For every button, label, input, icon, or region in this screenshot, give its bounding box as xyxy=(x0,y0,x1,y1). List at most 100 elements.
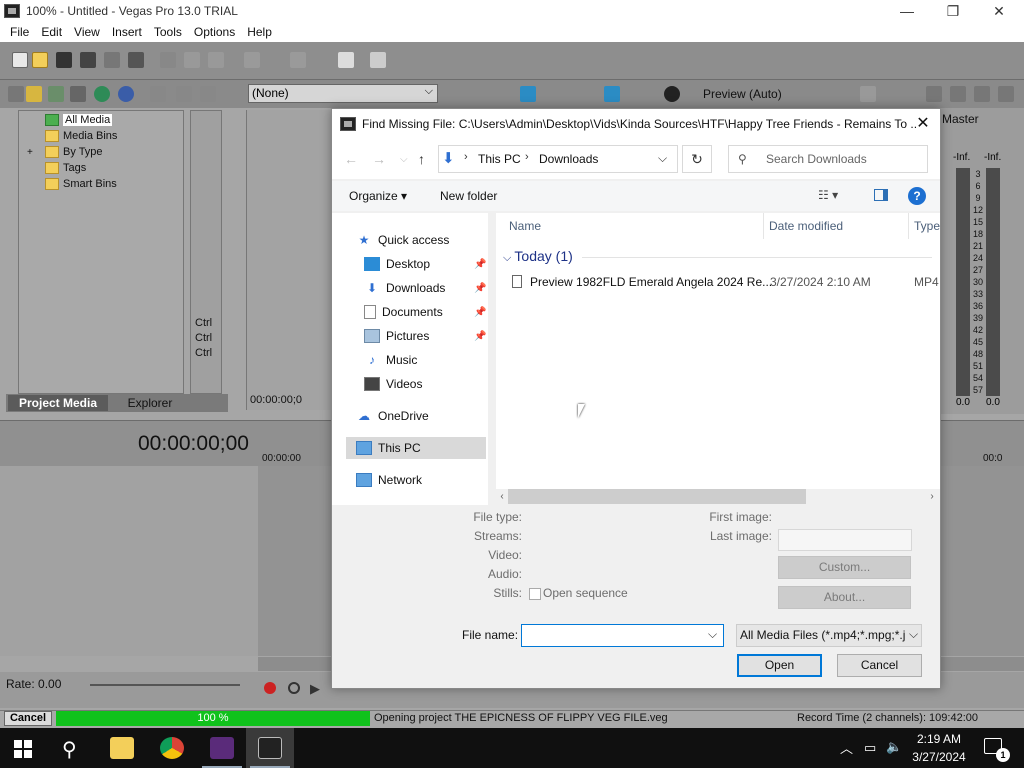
column-divider[interactable] xyxy=(908,213,909,239)
open-button[interactable]: Open xyxy=(737,654,822,677)
expand-icon[interactable]: + xyxy=(27,147,41,158)
new-folder-button[interactable]: New folder xyxy=(440,189,497,203)
loop-icon[interactable] xyxy=(288,682,300,694)
tree-item-smart-bins[interactable]: Smart Bins xyxy=(45,177,117,191)
import-media-icon[interactable] xyxy=(26,86,42,102)
clock-time[interactable]: 2:19 AM xyxy=(914,732,964,746)
breadcrumb-separator[interactable]: › xyxy=(525,151,529,163)
scrollbar-thumb[interactable] xyxy=(508,489,806,504)
menu-edit[interactable]: Edit xyxy=(35,25,68,39)
back-arrow-icon[interactable]: ← xyxy=(344,151,358,167)
preview-quality-select[interactable]: Preview (Auto) xyxy=(703,87,782,101)
capture-icon[interactable] xyxy=(48,86,64,102)
rate-slider[interactable] xyxy=(90,684,240,686)
cut-icon[interactable] xyxy=(160,52,176,68)
breadcrumb-separator[interactable]: › xyxy=(464,151,468,163)
video-output-icon[interactable] xyxy=(604,86,620,102)
forward-arrow-icon[interactable]: → xyxy=(372,151,386,167)
filter-dropdown-icon[interactable]: ⌵ xyxy=(909,627,918,642)
taskbar-vegas-2[interactable] xyxy=(246,728,294,768)
envelope-tool-icon[interactable] xyxy=(370,52,386,68)
breadcrumb-this-pc[interactable]: This PC xyxy=(478,152,521,166)
open-folder-icon[interactable] xyxy=(32,52,48,68)
maximize-button[interactable]: ❐ xyxy=(930,0,976,22)
organize-button[interactable]: Organize ▾ xyxy=(349,189,407,203)
file-name-dropdown-icon[interactable]: ⌵ xyxy=(708,627,717,642)
column-divider[interactable] xyxy=(763,213,764,239)
nav-network[interactable]: Network xyxy=(356,469,422,491)
search-media-icon[interactable] xyxy=(118,86,134,102)
save-icon[interactable] xyxy=(56,52,72,68)
recent-chevron-icon[interactable]: ⌵ xyxy=(400,154,408,165)
get-photo-icon[interactable] xyxy=(70,86,86,102)
address-dropdown-icon[interactable]: ⌵ xyxy=(658,151,667,166)
clock-date[interactable]: 3/27/2024 xyxy=(908,750,970,764)
nav-onedrive[interactable]: ☁ OneDrive xyxy=(356,405,429,427)
preview-quality-icon[interactable] xyxy=(664,86,680,102)
tree-item-by-type[interactable]: + By Type xyxy=(27,145,103,159)
tree-item-tags[interactable]: Tags xyxy=(45,161,86,175)
preset-select[interactable]: (None) xyxy=(248,83,438,103)
windows-start-button[interactable] xyxy=(14,740,32,758)
column-header-name[interactable]: Name xyxy=(509,219,541,233)
menu-tools[interactable]: Tools xyxy=(148,25,188,39)
taskbar-chrome[interactable] xyxy=(148,728,196,768)
change-view-button[interactable]: ☷ ▾ xyxy=(818,188,838,202)
nav-desktop[interactable]: Desktop xyxy=(364,253,430,275)
nav-music[interactable]: ♪ Music xyxy=(364,349,417,371)
breadcrumb-downloads[interactable]: Downloads xyxy=(539,152,598,166)
taskbar-vegas-1[interactable] xyxy=(198,728,246,768)
nav-downloads[interactable]: ⬇ Downloads xyxy=(364,277,445,299)
record-icon[interactable] xyxy=(264,682,276,694)
new-project-icon[interactable] xyxy=(12,52,28,68)
taskbar-search-icon[interactable]: ⚲ xyxy=(62,737,77,762)
edit-tool-icon[interactable] xyxy=(338,52,354,68)
pin-icon[interactable]: 📌 xyxy=(474,331,486,342)
nav-pictures[interactable]: Pictures xyxy=(364,325,429,347)
cancel-loading-button[interactable]: Cancel xyxy=(4,711,52,726)
copy-snapshot-icon[interactable] xyxy=(860,86,876,102)
taskbar-file-explorer[interactable] xyxy=(98,728,146,768)
refresh-button[interactable]: ↻ xyxy=(682,145,712,173)
scroll-right-arrow[interactable]: › xyxy=(926,489,938,505)
close-button[interactable]: ✕ xyxy=(976,0,1022,22)
mixer-settings-icon[interactable] xyxy=(926,86,942,102)
paste-icon[interactable] xyxy=(208,52,224,68)
nav-quick-access[interactable]: ★ Quick access xyxy=(356,229,450,251)
tab-project-media[interactable]: Project Media xyxy=(8,395,108,411)
mark-in-icon[interactable] xyxy=(8,86,24,102)
about-button[interactable]: About... xyxy=(778,586,911,609)
render-icon[interactable] xyxy=(104,52,120,68)
menu-options[interactable]: Options xyxy=(188,25,241,39)
mixer-mute-icon[interactable] xyxy=(974,86,990,102)
properties-icon[interactable] xyxy=(128,52,144,68)
save-as-icon[interactable] xyxy=(80,52,96,68)
play-from-start-icon[interactable]: ▶ xyxy=(310,681,320,697)
minimize-button[interactable]: — xyxy=(884,0,930,22)
file-type-filter-select[interactable]: All Media Files (*.mp4;*.mpg;*.j xyxy=(736,624,922,647)
views-icon[interactable] xyxy=(176,86,192,102)
up-arrow-icon[interactable]: ↑ xyxy=(418,151,425,167)
custom-button[interactable]: Custom... xyxy=(778,556,911,579)
help-button[interactable]: ? xyxy=(908,187,926,205)
dialog-close-button[interactable]: ✕ xyxy=(912,113,934,135)
file-name-input[interactable] xyxy=(521,624,724,647)
open-sequence-checkbox[interactable] xyxy=(529,588,541,600)
scroll-left-arrow[interactable]: ‹ xyxy=(496,489,508,505)
mixer-meters-icon[interactable] xyxy=(998,86,1014,102)
remove-media-icon[interactable] xyxy=(150,86,166,102)
menu-file[interactable]: File xyxy=(4,25,35,39)
tree-item-media-bins[interactable]: Media Bins xyxy=(45,129,117,143)
menu-help[interactable]: Help xyxy=(241,25,278,39)
pin-icon[interactable]: 📌 xyxy=(474,307,486,318)
nav-documents[interactable]: Documents xyxy=(364,301,443,323)
column-header-date[interactable]: Date modified xyxy=(769,219,843,233)
tray-overflow-icon[interactable]: ︿ xyxy=(840,738,853,757)
tree-item-all-media[interactable]: All Media xyxy=(45,113,113,127)
nav-videos[interactable]: Videos xyxy=(364,373,422,395)
menu-insert[interactable]: Insert xyxy=(106,25,148,39)
preview-display-icon[interactable] xyxy=(520,86,536,102)
pin-icon[interactable]: 📌 xyxy=(474,259,486,270)
media-menu-icon[interactable] xyxy=(200,86,216,102)
nav-this-pc[interactable]: This PC xyxy=(356,437,421,459)
